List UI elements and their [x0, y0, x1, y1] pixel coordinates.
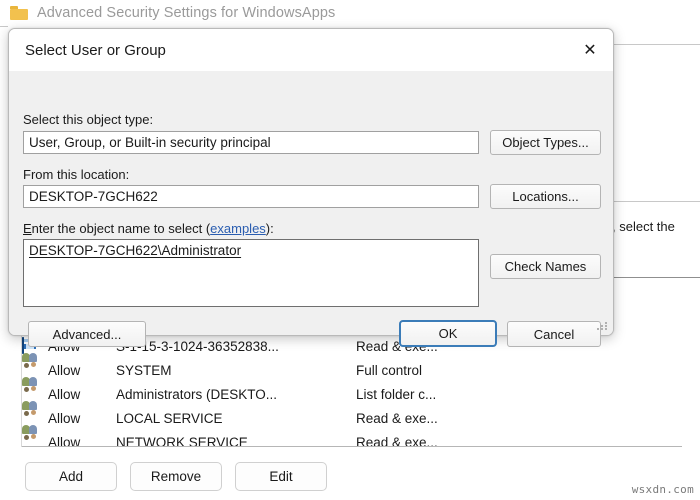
object-name-label-suffix: ): [265, 221, 274, 236]
permission-principal: NETWORK SERVICE [116, 434, 248, 447]
object-name-input[interactable]: DESKTOP-7GCH622\Administrator [23, 239, 479, 307]
permission-principal: LOCAL SERVICE [116, 410, 223, 426]
group-icon [22, 353, 39, 378]
object-type-field[interactable]: User, Group, or Built-in security princi… [23, 131, 479, 154]
table-row[interactable]: Allow LOCAL SERVICE Read & exe... [22, 401, 682, 430]
resize-grip-icon[interactable] [597, 320, 609, 332]
permission-type: Allow [48, 410, 81, 426]
location-field[interactable]: DESKTOP-7GCH622 [23, 185, 479, 208]
table-row[interactable]: Allow Administrators (DESKTO... List fol… [22, 377, 682, 406]
permission-type: Allow [48, 386, 81, 402]
permission-access: Full control [356, 362, 423, 378]
dialog-title: Select User or Group [25, 41, 166, 59]
cancel-button[interactable]: Cancel [507, 321, 601, 347]
dialog-titlebar: Select User or Group ✕ [9, 29, 613, 71]
object-types-button[interactable]: Object Types... [490, 130, 601, 155]
dialog-body: Select this object type: User, Group, or… [9, 71, 613, 347]
permission-access: Read & exe... [356, 434, 438, 447]
object-type-label: Select this object type: [23, 112, 154, 127]
permission-entries-list[interactable]: Allow S-1-15-3-1024-36352838... Read & e… [22, 334, 682, 446]
table-row[interactable]: Allow SYSTEM Full control [22, 353, 682, 382]
group-icon [22, 401, 39, 426]
object-name-label: Enter the object name to select (example… [23, 221, 274, 236]
screen: Advanced Security Settings for WindowsAp… [0, 0, 700, 500]
permission-type: Allow [48, 362, 81, 378]
panel-divider-top [614, 44, 700, 45]
object-name-value: DESKTOP-7GCH622\Administrator [29, 243, 242, 258]
group-icon [22, 425, 39, 446]
group-icon [22, 377, 39, 402]
folder-icon [10, 6, 28, 20]
panel-divider-middle [614, 201, 700, 202]
add-button[interactable]: Add [25, 462, 117, 491]
close-icon[interactable]: ✕ [567, 29, 613, 70]
permission-access: Read & exe... [356, 410, 438, 426]
permission-type: Allow [48, 434, 81, 447]
object-name-label-prefix: nter the object name to select ( [31, 221, 211, 236]
table-row[interactable]: Allow NETWORK SERVICE Read & exe... [22, 425, 682, 447]
background-instruction-text: , select the [612, 219, 675, 234]
ok-button[interactable]: OK [399, 320, 497, 347]
permission-actions-toolbar: Add Remove Edit [25, 462, 327, 491]
check-names-button[interactable]: Check Names [490, 254, 601, 279]
watermark: wsxdn.com [631, 483, 694, 496]
background-window-title: Advanced Security Settings for WindowsAp… [37, 5, 336, 21]
edit-button[interactable]: Edit [235, 462, 327, 491]
permission-principal: SYSTEM [116, 362, 172, 378]
background-window-titlebar: Advanced Security Settings for WindowsAp… [0, 0, 700, 26]
select-user-or-group-dialog: Select User or Group ✕ Select this objec… [8, 28, 614, 347]
object-name-accesskey: E [23, 221, 32, 236]
remove-button[interactable]: Remove [130, 462, 222, 491]
examples-link[interactable]: examples [210, 221, 266, 236]
permission-access: List folder c... [356, 386, 437, 402]
permission-principal: S-1-15-3-1024-36352838... [116, 338, 279, 354]
location-label: From this location: [23, 167, 130, 182]
panel-divider-left [0, 26, 8, 27]
locations-button[interactable]: Locations... [490, 184, 601, 209]
advanced-button[interactable]: Advanced... [28, 321, 146, 347]
permission-list-bottom-border [22, 446, 682, 447]
permission-principal: Administrators (DESKTO... [116, 386, 278, 402]
panel-divider-lower [614, 277, 700, 278]
